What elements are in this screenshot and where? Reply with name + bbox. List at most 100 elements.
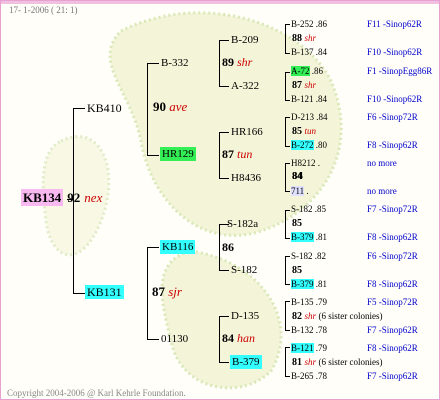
connector [285, 24, 290, 25]
gen5-info: 84 [292, 171, 302, 182]
gen5-sire[interactable]: S-182 .82 [291, 249, 326, 263]
gen5-line1: F6 -Sinop72R [367, 112, 418, 122]
gen5-dam[interactable]: B-121 .84 [291, 92, 327, 106]
gen2-name-0[interactable]: KB410 [87, 101, 122, 115]
connector [285, 72, 290, 73]
pedigree-page: 17- 1-2006 ( 21: 1) Copyright 2004-2006 … [0, 0, 440, 400]
gen5-info: 87 shr [292, 80, 317, 91]
gen5-dam[interactable]: B-132 .78 [291, 323, 327, 337]
gen2-info-1: 87 sjr [152, 284, 182, 299]
connector [285, 376, 290, 377]
gen1-year: 92 [67, 190, 81, 205]
connector [285, 163, 286, 191]
gen3-name-2[interactable]: KB116 [160, 240, 196, 254]
connector [219, 270, 229, 271]
date-info: 17- 1-2006 ( 21: 1) [9, 5, 78, 15]
gen3-info-3: 84 han [222, 331, 255, 345]
gen3-name-3[interactable]: 01130 [161, 332, 188, 346]
connector [219, 178, 229, 179]
gen5-line1: F7 -Sinop72R [367, 204, 418, 214]
gen5-dam[interactable]: B-379 .81 [291, 277, 327, 291]
gen3-info-1: 87 tun [222, 147, 253, 161]
connector [147, 155, 159, 156]
connector [285, 210, 286, 238]
gen5-info: 82 shr (6 sister colonies) [292, 311, 383, 322]
connector [147, 247, 148, 339]
gen5-line2: F10 -Sinop62R [367, 94, 423, 104]
gen5-sire[interactable]: S-182 .85 [291, 202, 326, 216]
connector [285, 238, 290, 239]
gen5-sire[interactable]: B-121 .79 [291, 341, 327, 355]
gen5-sire[interactable]: D-213 .84 [291, 110, 328, 124]
connector [285, 347, 286, 376]
connector [73, 293, 85, 294]
connector [285, 53, 290, 54]
gen5-info: 85 [292, 265, 302, 276]
gen4-name-5[interactable]: S-182 [231, 263, 257, 277]
gen5-line2: F10 -Sinop62R [367, 47, 423, 57]
gen5-dam[interactable]: B-137 .84 [291, 45, 327, 59]
connector [219, 86, 229, 87]
connector [285, 256, 286, 284]
connector [285, 301, 286, 330]
connector [147, 63, 148, 155]
gen5-sire[interactable]: B-135 .79 [291, 295, 327, 309]
gen5-line1: F1 -SinopEgg86R [367, 66, 433, 76]
gen4-name-0[interactable]: B-209 [231, 33, 259, 47]
gen4-name-2[interactable]: HR166 [231, 125, 263, 139]
connector [285, 100, 290, 101]
connector [219, 316, 220, 362]
connector [285, 330, 290, 331]
gen5-line1: F11 -Sinop62R [367, 19, 422, 29]
connector [147, 247, 159, 248]
connector [285, 347, 290, 348]
gen5-sire[interactable]: B-252 .86 [291, 17, 327, 31]
connector [285, 301, 290, 302]
gen5-line2: no more [367, 186, 397, 196]
gen5-line1: F6 -Sinop72R [367, 251, 418, 261]
gen4-name-3[interactable]: H8436 [231, 171, 261, 185]
gen5-dam[interactable]: B-379 .81 [291, 230, 327, 244]
connector [219, 40, 229, 41]
connector [73, 108, 85, 109]
gen5-dam[interactable]: B-272 .80 [291, 138, 327, 152]
gen4-name-4[interactable]: S-182a [227, 217, 258, 231]
gen5-line2: F7 -Sinop62R [367, 371, 418, 381]
gen5-dam[interactable]: 711 . [291, 184, 309, 198]
gen5-dam[interactable]: B-265 .78 [291, 369, 327, 383]
gen1-name[interactable]: KB134 [21, 189, 64, 206]
gen5-line2: F8 -Sinop62R [367, 140, 418, 150]
connector [285, 117, 290, 118]
connector [285, 117, 286, 146]
gen5-info: 85 [292, 218, 302, 229]
gen5-sire[interactable]: H8212 . [291, 156, 320, 170]
gen1-node[interactable]: KB134 92 nex [21, 189, 103, 206]
connector [219, 132, 229, 133]
connector [147, 63, 159, 64]
gen5-line2: F8 -Sinop62R [367, 232, 418, 242]
connector [285, 72, 286, 100]
gen5-sire[interactable]: A-72 .86 [291, 64, 323, 78]
gen5-line2: F7 -Sinop62R [367, 325, 418, 335]
gen5-info: 85 tun [292, 126, 317, 137]
connector [219, 40, 220, 86]
connector [285, 24, 286, 53]
gen4-name-6[interactable]: D-135 [231, 309, 259, 323]
gen5-line1: F5 -Sinop72R [367, 297, 418, 307]
gen3-name-1[interactable]: HR129 [160, 147, 196, 161]
connector [285, 163, 290, 164]
gen1-mark: nex [84, 190, 103, 205]
gen4-name-1[interactable]: A-322 [231, 79, 259, 93]
gen3-name-0[interactable]: B-332 [161, 56, 189, 70]
connector [285, 256, 290, 257]
gen5-line1: F8 -Sinop62R [367, 343, 418, 353]
gen3-info-2: 86 [222, 240, 234, 254]
connector [219, 316, 229, 317]
gen5-info: 88 shr [292, 33, 317, 44]
gen2-info-0: 90 ave [153, 99, 188, 114]
gen2-name-1[interactable]: KB131 [85, 285, 124, 299]
connector [285, 210, 290, 211]
connector [285, 191, 290, 192]
gen4-name-7[interactable]: B-379 [230, 355, 262, 369]
gen5-line1: no more [367, 158, 397, 168]
